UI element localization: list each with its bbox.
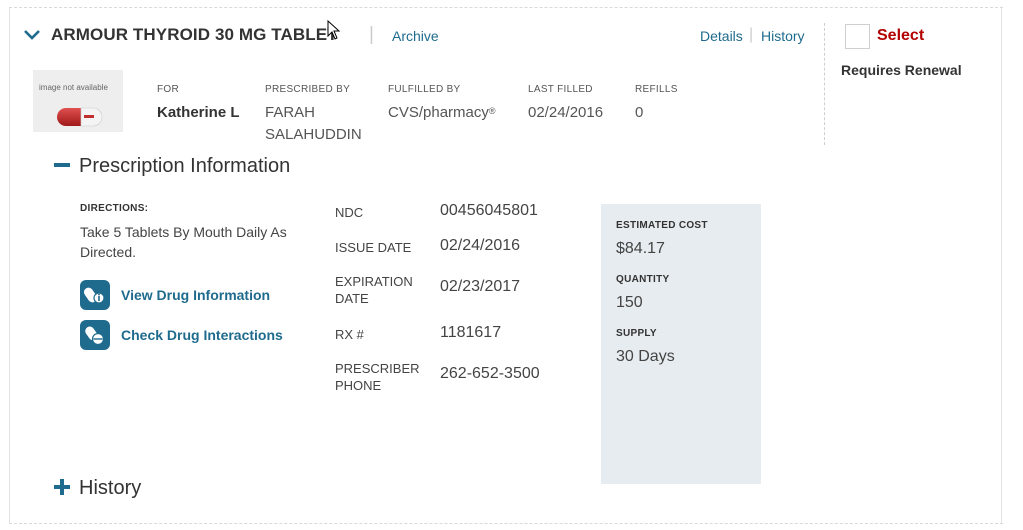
refills-value: 0 [635,104,644,121]
mouse-pointer-icon [327,20,341,40]
prescribed-by-value: FARAH SALAHUDDIN [265,102,362,146]
quantity-value: 150 [616,294,643,311]
pharmacy-name: CVS/pharmacy [388,104,489,121]
requires-renewal-label: Requires Renewal [841,62,962,78]
estimated-cost-label: ESTIMATED COST [616,220,708,231]
archive-link[interactable]: Archive [392,28,439,44]
collapse-minus-icon[interactable] [54,157,70,173]
expiration-label-line-1: EXPIRATION [335,274,413,289]
rx-number-label: RX # [335,327,364,342]
estimated-cost-value: $84.17 [616,240,665,257]
directions-text: Take 5 Tablets By Mouth Daily As Directe… [80,224,287,260]
check-interactions-label: Check Drug Interactions [121,327,283,343]
select-label[interactable]: Select [877,27,924,45]
prescriber-phone-label-line-1: PRESCRIBER [335,361,420,376]
expiration-date-label: EXPIRATION DATE [335,273,413,307]
issue-date-label: ISSUE DATE [335,240,412,255]
select-divider [824,23,825,145]
quantity-label: QUANTITY [616,274,670,285]
history-section-title[interactable]: History [79,477,141,500]
ndc-value: 00456045801 [440,202,538,219]
expiration-date-value: 02/23/2017 [440,278,521,295]
cost-panel: ESTIMATED COST $84.17 QUANTITY 150 SUPPL… [601,204,761,484]
prescription-info-title[interactable]: Prescription Information [79,155,290,178]
registered-mark: ® [488,106,496,116]
expand-plus-icon[interactable] [54,479,70,495]
prescriber-phone-label: PRESCRIBER PHONE [335,360,420,394]
rx-number-value: 1181617 [440,324,502,341]
last-filled-label: LAST FILLED [528,84,593,95]
separator: | [749,26,754,43]
expiration-label-line-2: DATE [335,291,369,306]
history-link[interactable]: History [761,28,805,44]
drug-image: image not available [33,70,123,132]
card-right-border [1001,8,1002,524]
for-label: FOR [157,84,180,95]
check-interactions-link[interactable]: Check Drug Interactions [80,320,283,350]
prescribed-by-line-2: SALAHUDDIN [265,126,362,143]
capsule-icon [57,107,103,127]
view-drug-info-link[interactable]: View Drug Information [80,280,270,310]
drug-name[interactable]: ARMOUR THYROID 30 MG TABLET [51,25,338,45]
prescribed-by-label: PRESCRIBED BY [265,84,351,95]
card-top-border [9,7,1003,8]
card-left-border [9,8,10,524]
select-checkbox[interactable] [845,24,870,49]
prescriber-phone-value: 262-652-3500 [440,365,540,382]
view-drug-info-label: View Drug Information [121,287,271,303]
image-placeholder-text: image not available [39,83,108,92]
ndc-label: NDC [335,205,364,220]
directions-label: DIRECTIONS: [80,203,149,214]
issue-date-value: 02/24/2016 [440,237,521,254]
prescribed-by-line-1: FARAH [265,104,316,121]
pill-info-icon [80,280,110,310]
pill-interaction-icon [80,320,110,350]
prescriber-phone-label-line-2: PHONE [335,378,382,393]
details-link[interactable]: Details [700,28,743,44]
chevron-down-icon[interactable] [22,26,42,44]
supply-label: SUPPLY [616,328,657,339]
card-bottom-border [9,523,1003,524]
fulfilled-by-label: FULFILLED BY [388,84,461,95]
separator: | [369,24,374,45]
for-value: Katherine L [157,104,240,121]
last-filled-value: 02/24/2016 [528,104,604,121]
supply-value: 30 Days [616,348,675,365]
fulfilled-by-value: CVS/pharmacy® [388,102,496,124]
refills-label: REFILLS [635,84,678,95]
